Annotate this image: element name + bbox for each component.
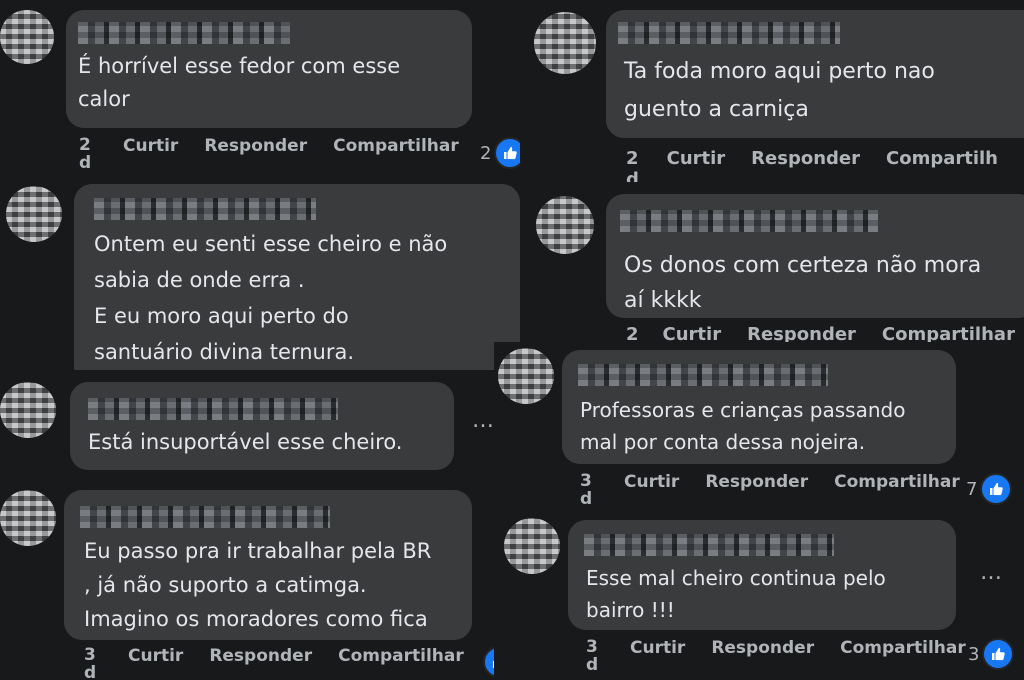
like-link[interactable]: Curtir (663, 324, 722, 342)
comment-time[interactable]: 2 d (626, 148, 643, 182)
reaction-number: 3 (968, 643, 980, 665)
comment-bubble: Esse mal cheiro continua pelo bairro !!! (568, 520, 956, 630)
comment-actions: 3 d Curtir Responder Compartilhar (580, 472, 986, 508)
comment-time[interactable]: 2 d (79, 136, 97, 172)
author-name-blurred[interactable] (94, 198, 316, 220)
comment-actions: 3 d Curtir Responder Compartilhar (84, 646, 490, 680)
reaction-count[interactable]: 7 (966, 473, 1013, 505)
comment-panel-5: Ta foda moro aqui perto nao guento a car… (530, 0, 1024, 182)
comment-text: Está insuportável esse cheiro. (88, 430, 403, 454)
avatar[interactable] (0, 10, 54, 64)
comment-bubble: Ontem eu senti esse cheiro e não sabia d… (74, 184, 520, 370)
comment-text: Ta foda moro aqui perto nao guento a car… (624, 59, 935, 122)
comment-time[interactable]: 3 d (84, 646, 102, 680)
comment-bubble: Ta foda moro aqui perto nao guento a car… (606, 10, 1024, 138)
share-link[interactable]: Compartilhar (338, 646, 464, 666)
reply-link[interactable]: Responder (204, 136, 307, 156)
like-link[interactable]: Curtir (123, 136, 178, 156)
comment-time[interactable]: 2 (626, 324, 639, 342)
reply-link[interactable]: Responder (751, 148, 860, 169)
more-options-icon[interactable]: … (472, 408, 495, 433)
share-link[interactable]: Compartilhar (834, 472, 960, 492)
comment-text: Ontem eu senti esse cheiro e não sabia d… (94, 232, 448, 364)
reply-link[interactable]: Responder (747, 324, 856, 342)
reply-link[interactable]: Responder (705, 472, 808, 492)
author-name-blurred[interactable] (578, 364, 828, 386)
thumbs-up-icon (494, 137, 520, 169)
avatar[interactable] (504, 518, 560, 574)
comment-panel-2: Ontem eu senti esse cheiro e não sabia d… (0, 178, 520, 370)
comment-actions: 2 d Curtir Responder Compartilh (626, 148, 1024, 182)
comment-panel-8: Esse mal cheiro continua pelo bairro !!!… (494, 514, 1024, 680)
like-link[interactable]: Curtir (630, 638, 685, 658)
comment-actions: 3 d Curtir Responder Compartilhar (586, 638, 992, 674)
reply-link[interactable]: Responder (711, 638, 814, 658)
reaction-number: 2 (480, 142, 492, 164)
comment-panel-4: Eu passo pra ir trabalhar pela BR , já n… (0, 484, 494, 680)
share-link[interactable]: Compartilh (886, 148, 998, 169)
comment-bubble: Eu passo pra ir trabalhar pela BR , já n… (64, 490, 472, 640)
reaction-count[interactable]: 3 (968, 638, 1015, 670)
share-link[interactable]: Compartilhar (333, 136, 459, 156)
comment-actions: 2 Curtir Responder Compartilhar (626, 324, 1024, 342)
thumbs-up-icon (982, 638, 1015, 670)
comment-text: É horrível esse fedor com esse calor (78, 54, 401, 111)
comment-bubble: Os donos com certeza não mora aí kkkk (606, 194, 1024, 318)
share-link[interactable]: Compartilhar (840, 638, 966, 658)
avatar[interactable] (0, 490, 56, 546)
reaction-count[interactable] (480, 646, 494, 678)
like-link[interactable]: Curtir (667, 148, 726, 169)
comment-panel-6: Os donos com certeza não mora aí kkkk 2 … (530, 182, 1024, 342)
avatar[interactable] (0, 382, 56, 438)
author-name-blurred[interactable] (88, 398, 338, 420)
author-name-blurred[interactable] (620, 210, 878, 232)
reply-link[interactable]: Responder (209, 646, 312, 666)
comment-bubble: Está insuportável esse cheiro. (70, 382, 454, 470)
like-link[interactable]: Curtir (128, 646, 183, 666)
author-name-blurred[interactable] (78, 22, 290, 44)
thumbs-up-icon (980, 473, 1013, 505)
comment-bubble: É horrível esse fedor com esse calor (66, 10, 472, 128)
comment-text: Professoras e crianças passando mal por … (580, 398, 906, 454)
avatar[interactable] (534, 12, 596, 74)
author-name-blurred[interactable] (80, 506, 330, 528)
avatar[interactable] (536, 196, 594, 254)
reaction-count[interactable]: 2 (480, 137, 520, 169)
author-name-blurred[interactable] (584, 534, 834, 556)
comment-time[interactable]: 3 d (580, 472, 598, 508)
avatar[interactable] (498, 348, 554, 404)
comment-text: Eu passo pra ir trabalhar pela BR , já n… (84, 539, 432, 631)
comment-panel-7: Professoras e crianças passando mal por … (494, 342, 1024, 514)
reaction-number: 7 (966, 478, 978, 500)
comment-text: Os donos com certeza não mora aí kkkk (624, 253, 982, 313)
share-link[interactable]: Compartilhar (882, 324, 1015, 342)
comment-panel-1: É horrível esse fedor com esse calor 2 d… (0, 0, 520, 178)
thumbs-up-icon (483, 646, 494, 678)
comment-text: Esse mal cheiro continua pelo bairro !!! (586, 566, 886, 622)
comment-time[interactable]: 3 d (586, 638, 604, 674)
author-name-blurred[interactable] (618, 22, 840, 44)
comment-actions: 2 d Curtir Responder Compartilhar (79, 136, 485, 172)
avatar[interactable] (6, 186, 62, 242)
like-link[interactable]: Curtir (624, 472, 679, 492)
more-options-icon[interactable]: … (980, 560, 1003, 585)
comment-bubble: Professoras e crianças passando mal por … (562, 350, 956, 464)
comment-panel-3: Está insuportável esse cheiro. … (0, 370, 500, 484)
